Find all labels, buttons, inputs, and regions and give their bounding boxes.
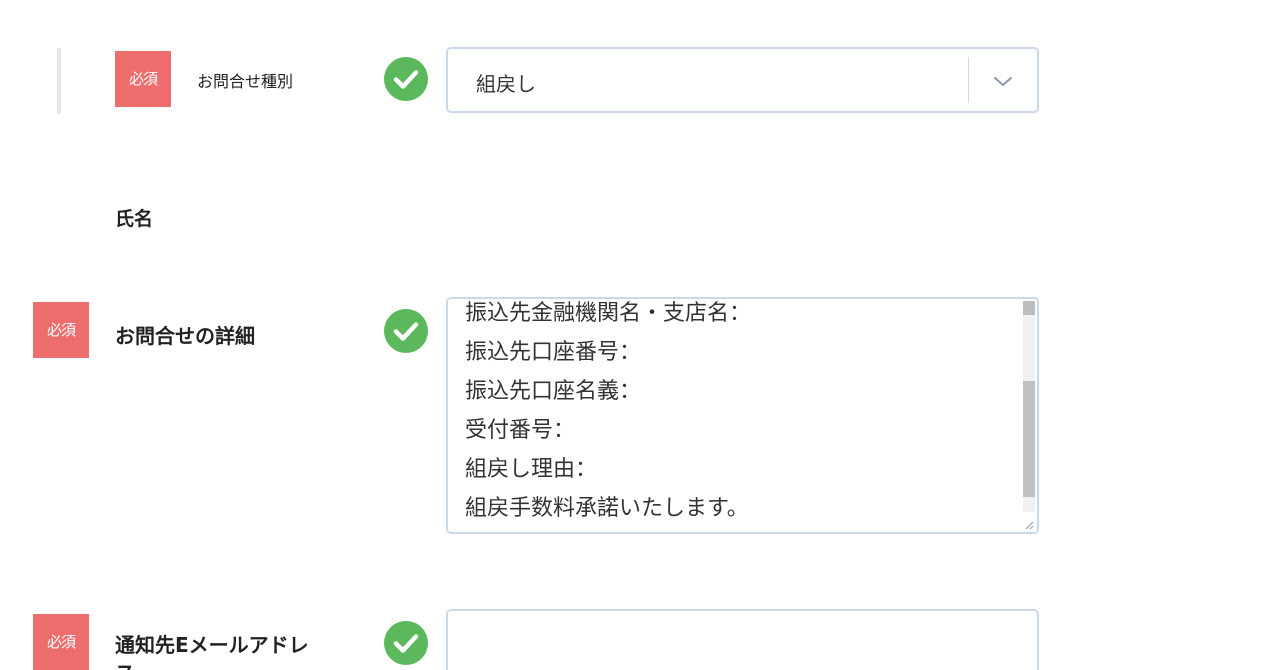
- inquiry-type-select[interactable]: 組戻し: [446, 47, 1039, 113]
- inquiry-type-label: お問合せ種別: [197, 72, 294, 91]
- chevron-down-icon[interactable]: [991, 69, 1015, 93]
- details-textarea[interactable]: 振込先金融機関名・支店名： 振込先口座番号： 振込先口座名義： 受付番号： 組戻し理由：…: [446, 297, 1039, 534]
- textarea-content: 振込先金融機関名・支店名： 振込先口座番号： 振込先口座名義： 受付番号： 組戻し理由：…: [448, 299, 1021, 532]
- inquiry-type-selected-value: 組戻し: [476, 72, 536, 96]
- email-label-line2: ス: [115, 661, 135, 670]
- details-label: お問合せの詳細: [115, 324, 255, 348]
- email-input[interactable]: [446, 609, 1039, 670]
- check-circle-icon: [384, 309, 428, 353]
- check-circle-icon: [384, 621, 428, 665]
- details-text-line: 振込先金融機関名・支店名：: [465, 301, 752, 326]
- focus-indicator-bar: [57, 48, 61, 114]
- scrollbar-up-button[interactable]: [1023, 301, 1035, 315]
- required-badge: 必須: [33, 614, 89, 670]
- check-circle-icon: [384, 57, 428, 101]
- email-label: 通知先Eメールアドレ ス: [115, 631, 309, 670]
- email-label-line1: 通知先Eメールアドレ: [115, 633, 309, 657]
- details-text-line: 受付番号：: [465, 418, 576, 443]
- required-badge: 必須: [115, 51, 171, 107]
- details-text-lines: 振込先金融機関名・支店名： 振込先口座番号： 振込先口座名義： 受付番号： 組戻し理由：…: [465, 299, 751, 528]
- scrollbar-thumb[interactable]: [1023, 381, 1035, 497]
- details-text-line: 振込先口座番号：: [465, 340, 642, 365]
- name-label: 氏名: [115, 208, 154, 230]
- details-text-line: 組戻手数料承諾いたします。: [465, 496, 749, 521]
- inquiry-form: 必須 お問合せ種別 組戻し 氏名 必須 お問合せの詳細 振込先金融機関名・支店名…: [0, 0, 1280, 670]
- resize-grip-icon[interactable]: [1021, 516, 1035, 530]
- details-text-line: 組戻し理由：: [465, 457, 598, 482]
- required-badge: 必須: [33, 302, 89, 358]
- textarea-scrollbar[interactable]: [1023, 301, 1035, 512]
- select-divider: [968, 57, 969, 103]
- details-text-line: 振込先口座名義：: [465, 379, 642, 404]
